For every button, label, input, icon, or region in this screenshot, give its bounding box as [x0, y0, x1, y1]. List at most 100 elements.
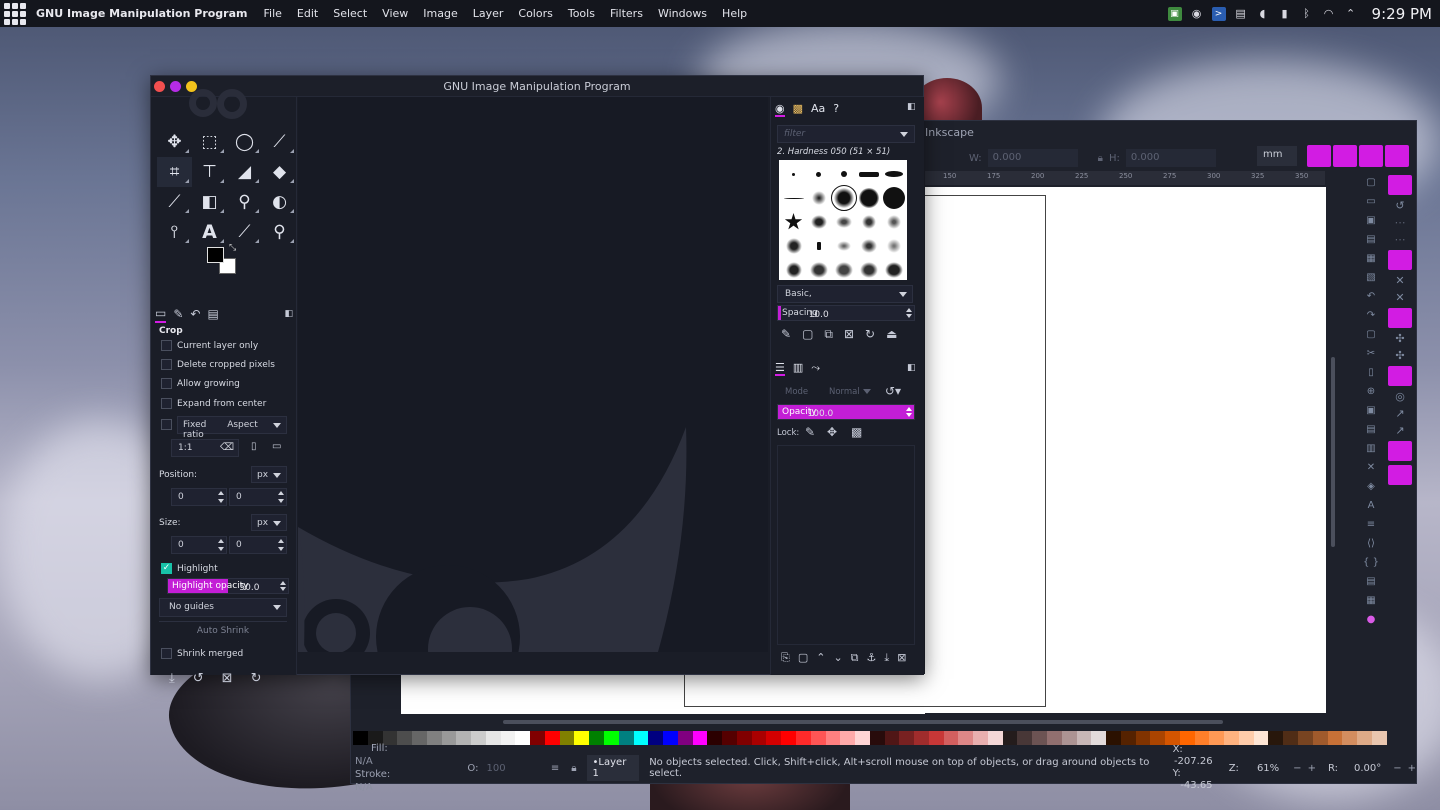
snap-icon[interactable]: ✣: [1395, 349, 1404, 362]
brush-item[interactable]: [783, 197, 804, 199]
allow-growing-option[interactable]: Allow growing: [161, 378, 240, 389]
brush-item[interactable]: [816, 171, 821, 177]
brush-item[interactable]: [840, 171, 847, 177]
aspect-ratio-field[interactable]: 1:1 ⌫: [171, 439, 239, 457]
undo-icon[interactable]: ↶: [1367, 291, 1375, 302]
palette-swatch[interactable]: [456, 731, 472, 745]
snap-icon[interactable]: ✕: [1395, 291, 1404, 304]
palette-swatch[interactable]: [973, 731, 988, 745]
palette-swatch[interactable]: [1298, 731, 1313, 745]
mode-reset-icon[interactable]: ↺▾: [885, 384, 901, 398]
palette-swatch[interactable]: [1224, 731, 1239, 745]
size-w-field[interactable]: 0: [171, 536, 227, 554]
opacity-value[interactable]: 100: [486, 763, 542, 774]
refresh-brushes-icon[interactable]: ↻: [865, 327, 875, 342]
delete-cropped-checkbox[interactable]: [161, 359, 172, 370]
palette-swatch[interactable]: [1120, 731, 1136, 745]
device-status-tab-icon[interactable]: ✎: [173, 307, 183, 321]
palette-swatch[interactable]: [544, 731, 560, 745]
palette-swatch[interactable]: [1194, 731, 1210, 745]
smudge-tool-icon[interactable]: ◐: [262, 187, 297, 217]
palette-swatch[interactable]: [722, 731, 737, 745]
save-icon[interactable]: ▣: [1366, 215, 1375, 226]
snap-toggle[interactable]: [1388, 465, 1412, 485]
palette-swatch[interactable]: [736, 731, 752, 745]
xml-icon[interactable]: ⟨⟩: [1367, 538, 1375, 549]
new-layer-icon[interactable]: ▢: [798, 651, 808, 665]
import-icon[interactable]: ▦: [1366, 253, 1375, 264]
delete-layer-icon[interactable]: ⊠: [897, 651, 906, 665]
snap-icon[interactable]: ◎: [1395, 390, 1405, 403]
rotate-minus-icon[interactable]: −: [1393, 763, 1401, 774]
fill-stroke-icon[interactable]: ◈: [1367, 481, 1375, 492]
palette-swatch[interactable]: [1209, 731, 1225, 745]
terminal-icon[interactable]: >: [1211, 6, 1226, 21]
brush-item[interactable]: [792, 172, 795, 176]
palette-swatch[interactable]: [825, 731, 841, 745]
align-icon[interactable]: { }: [1363, 557, 1379, 568]
current-layer-select[interactable]: •Layer 1: [586, 755, 640, 781]
duplicate-brush-icon[interactable]: ⧉: [824, 327, 833, 342]
auto-shrink-button[interactable]: Auto Shrink: [159, 621, 287, 639]
group-icon[interactable]: ▥: [1366, 443, 1375, 454]
clear-icon[interactable]: ⌫: [220, 442, 234, 453]
unit-select[interactable]: mm: [1257, 146, 1297, 166]
snap-icon[interactable]: ✕: [1395, 274, 1404, 287]
palette-swatch[interactable]: [987, 731, 1003, 745]
fixed-checkbox[interactable]: [161, 419, 172, 430]
guides-select[interactable]: No guides: [159, 598, 287, 617]
palette-swatch[interactable]: [795, 731, 811, 745]
palette-swatch[interactable]: [1268, 731, 1284, 745]
delete-cropped-option[interactable]: Delete cropped pixels: [161, 359, 275, 370]
brush-filter-input[interactable]: filter: [777, 125, 915, 143]
palette-swatch[interactable]: [1165, 731, 1180, 745]
layer-opacity-slider[interactable]: Opacity 100.0: [777, 404, 915, 420]
vertical-scrollbar[interactable]: [1331, 357, 1335, 547]
menu-windows[interactable]: Windows: [658, 7, 707, 20]
layers-list[interactable]: [777, 445, 915, 645]
palette-swatch[interactable]: [1076, 731, 1092, 745]
palette-swatch[interactable]: [766, 731, 782, 745]
palette-swatch[interactable]: [1283, 731, 1298, 745]
images-tab-icon[interactable]: ▤: [207, 307, 218, 321]
palette-swatch[interactable]: [781, 731, 796, 745]
gpu-monitor-icon[interactable]: ▣: [1167, 6, 1182, 21]
snap-button[interactable]: [1333, 145, 1357, 167]
fill-value[interactable]: N/A: [355, 756, 373, 767]
menu-help[interactable]: Help: [722, 7, 747, 20]
menu-select[interactable]: Select: [333, 7, 367, 20]
snap-icon[interactable]: ⋯: [1395, 233, 1406, 246]
reset-options-icon[interactable]: ↻: [251, 671, 262, 686]
position-y-field[interactable]: 0: [229, 488, 287, 506]
new-layer-group-icon[interactable]: ⎘: [781, 651, 790, 665]
zoom-tool-icon[interactable]: ⚲: [262, 217, 297, 247]
foreground-color[interactable]: [207, 247, 224, 263]
palette-swatch[interactable]: [1046, 731, 1062, 745]
size-h-field[interactable]: 0: [229, 536, 287, 554]
palette-swatch[interactable]: [1150, 731, 1166, 745]
shrink-merged-option[interactable]: Shrink merged: [161, 648, 243, 659]
palette-swatch[interactable]: [663, 731, 678, 745]
palette-swatch[interactable]: [914, 731, 929, 745]
print-icon[interactable]: ▤: [1366, 234, 1375, 245]
w-field[interactable]: 0.000: [987, 149, 1078, 167]
highlight-checkbox[interactable]: ✓: [161, 563, 172, 574]
paste-icon[interactable]: ▯: [1368, 367, 1374, 378]
merge-layer-icon[interactable]: ⤓: [884, 651, 889, 665]
palette-swatch[interactable]: [958, 731, 974, 745]
portrait-icon[interactable]: ▯: [251, 441, 257, 452]
current-layer-only-option[interactable]: Current layer only: [161, 340, 258, 351]
brush-item[interactable]: [884, 262, 903, 278]
palette-swatch[interactable]: [1061, 731, 1077, 745]
palette-swatch[interactable]: [884, 731, 900, 745]
brush-item[interactable]: [785, 238, 802, 254]
transform-tool-icon[interactable]: ⊤: [192, 157, 227, 187]
layer-lock-icon[interactable]: 🔒︎: [571, 763, 576, 774]
palette-swatch[interactable]: [471, 731, 486, 745]
spacing-slider[interactable]: Spacing 10.0: [777, 305, 915, 321]
delete-brush-icon[interactable]: ⊠: [844, 327, 854, 342]
menu-tools[interactable]: Tools: [568, 7, 595, 20]
palette-swatch[interactable]: [441, 731, 457, 745]
help-tab-icon[interactable]: ?: [833, 102, 839, 117]
lasso-tool-icon[interactable]: ◯: [227, 127, 262, 157]
